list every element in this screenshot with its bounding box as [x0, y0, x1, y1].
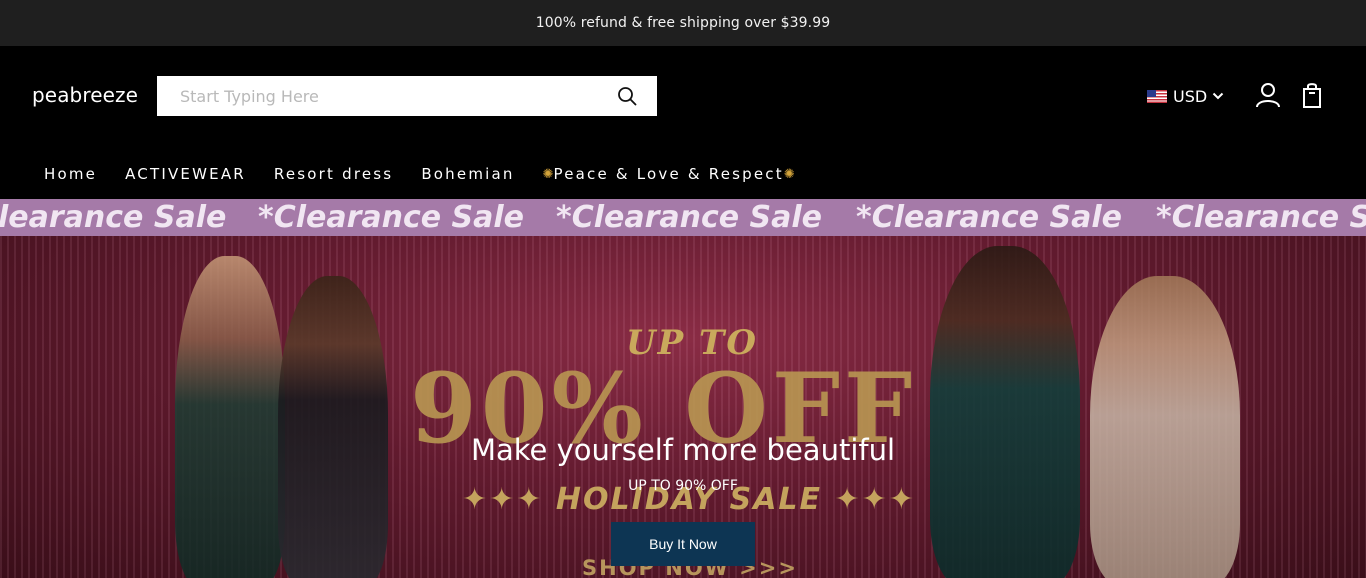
marquee-item: learance Sale: [0, 200, 227, 235]
buy-it-now-button[interactable]: Buy It Now: [611, 522, 755, 566]
hero-headline: Make yourself more beautiful: [470, 433, 896, 467]
marquee-item: *Clearance Sale: [556, 200, 823, 235]
nav-item-label: Bohemian: [421, 165, 515, 183]
model-figure: [278, 276, 388, 578]
nav-item-label: ACTIVEWEAR: [125, 165, 246, 183]
model-figure: [175, 256, 285, 578]
nav-item-resort-dress[interactable]: Resort dress: [274, 165, 393, 183]
site-logo[interactable]: peabreeze: [32, 83, 138, 107]
cart-icon[interactable]: [1301, 82, 1323, 108]
search-bar: [157, 76, 657, 116]
sunflower-icon: ✺: [542, 166, 554, 182]
us-flag-icon: [1147, 89, 1167, 103]
nav-item-bohemian[interactable]: Bohemian: [421, 165, 514, 183]
nav-item-peace-love-respect[interactable]: ✺ Peace & Love & Respect ✺: [543, 165, 795, 183]
account-icon[interactable]: [1255, 82, 1281, 108]
announcement-bar: 100% refund & free shipping over $39.99: [0, 0, 1366, 46]
nav-item-label: Peace & Love & Respect: [553, 165, 784, 183]
marquee-item: *Clearance Sale: [1156, 200, 1366, 235]
nav-item-label: Resort dress: [273, 165, 394, 183]
currency-label: USD: [1173, 86, 1208, 106]
nav-item-activewear[interactable]: ACTIVEWEAR: [125, 165, 246, 183]
marquee-item: *Clearance Sale: [258, 200, 525, 235]
marquee-item: *Clearance Sale: [856, 200, 1123, 235]
nav-item-label: Home: [44, 165, 98, 183]
model-figure: [1090, 276, 1240, 578]
hero-subline: UP TO 90% OFF: [628, 478, 738, 494]
chevron-down-icon: [1212, 92, 1224, 100]
main-nav: Home ACTIVEWEAR Resort dress Bohemian ✺ …: [44, 163, 823, 185]
nav-item-home[interactable]: Home: [44, 165, 97, 183]
currency-selector[interactable]: USD: [1147, 85, 1224, 107]
search-icon: [618, 87, 637, 106]
clearance-marquee: learance Sale *Clearance Sale *Clearance…: [0, 199, 1366, 236]
model-figure: [930, 246, 1080, 578]
site-header: peabreeze USD: [0, 46, 1366, 199]
search-button[interactable]: [597, 76, 657, 116]
announcement-text: 100% refund & free shipping over $39.99: [535, 15, 831, 31]
sunflower-icon: ✺: [783, 166, 795, 182]
search-input[interactable]: [157, 76, 597, 116]
